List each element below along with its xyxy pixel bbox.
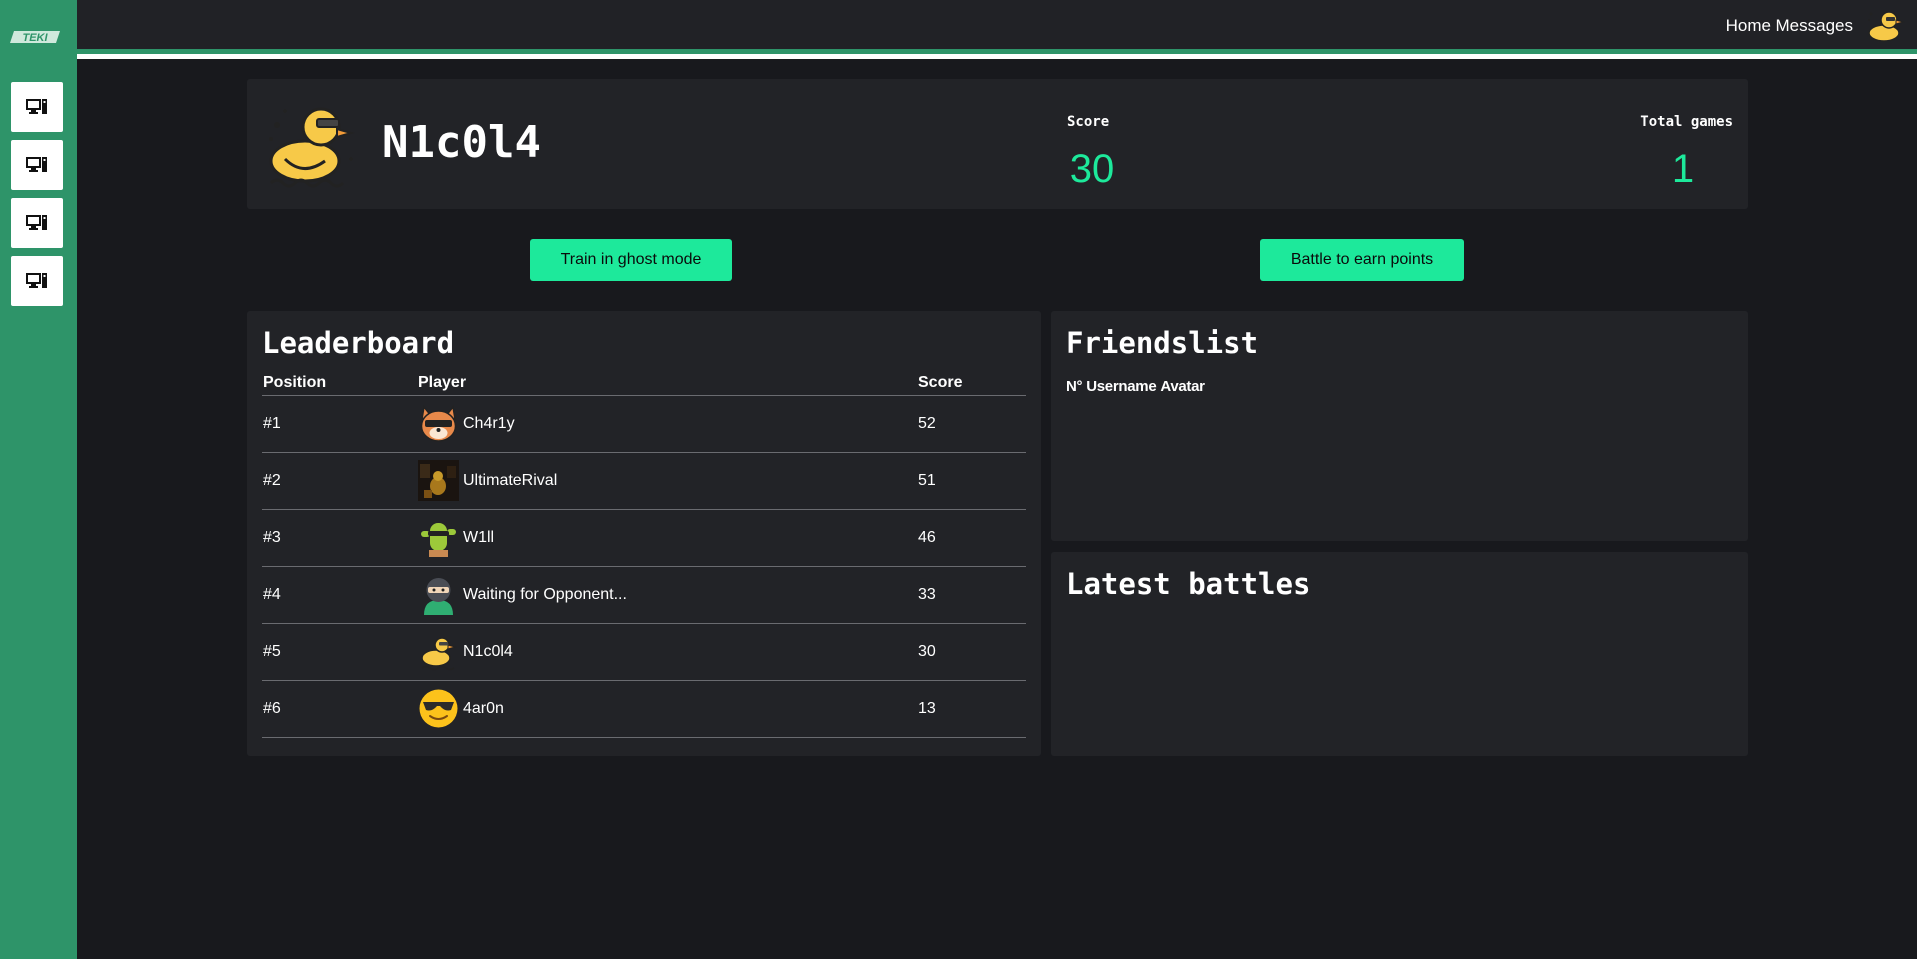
friendslist-card: Friendslist N° Username Avatar <box>1051 311 1748 541</box>
position-cell: #2 <box>262 452 417 510</box>
sidebar-item-game-2[interactable] <box>11 140 63 190</box>
sidebar-item-game-4[interactable] <box>11 256 63 306</box>
computer-icon <box>26 215 47 230</box>
score-cell: 51 <box>917 452 1026 510</box>
duck-sunglasses-icon <box>421 637 457 671</box>
player-name: UltimateRival <box>463 471 558 489</box>
battle-button[interactable]: Battle to earn points <box>1260 239 1464 281</box>
computer-icon <box>26 99 47 114</box>
player-name: W1ll <box>463 528 495 546</box>
leaderboard-header-row: Position Player Score <box>262 373 1026 396</box>
position-cell: #3 <box>262 509 417 567</box>
leaderboard-title: Leaderboard <box>262 326 455 360</box>
score-cell: 30 <box>917 623 1026 681</box>
player-cell: Ch4r1y <box>418 403 917 444</box>
profile-username: N1c0l4 <box>382 117 541 168</box>
latest-battles-card: Latest battles <box>1051 552 1748 756</box>
table-row[interactable]: #2 UltimateRival 51 <box>262 452 1026 510</box>
logo[interactable]: TEKI <box>10 28 62 46</box>
table-row[interactable]: #5 N1c0l4 30 <box>262 623 1026 681</box>
table-row[interactable]: #1 Ch4r1y 52 <box>262 395 1026 453</box>
computer-icon <box>26 157 47 172</box>
train-ghost-mode-button[interactable]: Train in ghost mode <box>530 239 732 281</box>
total-games-value: 1 <box>1671 147 1695 191</box>
total-games-label: Total games <box>1640 114 1733 130</box>
column-header-player: Player <box>417 373 917 396</box>
score-cell: 52 <box>917 395 1026 453</box>
player-name: Waiting for Opponent... <box>463 585 627 603</box>
dark-photo-avatar <box>418 460 459 501</box>
top-navbar: Home Messages <box>77 0 1917 54</box>
player-cell: UltimateRival <box>418 460 917 501</box>
table-row[interactable]: #4 Waiting for Opponent... 33 <box>262 566 1026 624</box>
score-cell: 33 <box>917 566 1026 624</box>
leaderboard-card: Leaderboard Position Player Score #1 Ch4… <box>247 311 1041 756</box>
table-row[interactable]: #6 4ar0n 13 <box>262 680 1026 738</box>
computer-icon <box>26 273 47 288</box>
position-cell: #4 <box>262 566 417 624</box>
score-cell: 13 <box>917 680 1026 738</box>
player-name: N1c0l4 <box>463 642 513 660</box>
column-header-avatar: Avatar <box>1160 378 1205 395</box>
friendslist-header-row: N° Username Avatar <box>1066 378 1205 395</box>
friendslist-title: Friendslist <box>1066 326 1259 360</box>
sidebar: TEKI <box>0 0 77 959</box>
player-name: 4ar0n <box>463 699 504 717</box>
player-cell: 4ar0n <box>418 688 917 729</box>
column-header-number: N° <box>1066 378 1083 395</box>
shiba-sunglasses-icon <box>420 405 457 442</box>
nav-messages-link[interactable]: Messages <box>1776 16 1853 36</box>
score-label: Score <box>1067 114 1110 130</box>
column-header-score: Score <box>917 373 1026 396</box>
player-cell: Waiting for Opponent... <box>418 574 917 615</box>
player-cell: N1c0l4 <box>418 631 917 672</box>
player-name: Ch4r1y <box>463 414 515 432</box>
table-row[interactable]: #3 W1ll 46 <box>262 509 1026 567</box>
column-header-username: Username <box>1086 378 1157 395</box>
position-cell: #1 <box>262 395 417 453</box>
logo-text: TEKI <box>22 32 48 44</box>
sidebar-item-game-3[interactable] <box>11 198 63 248</box>
score-value: 30 <box>1069 147 1115 191</box>
ninja-icon <box>424 578 453 615</box>
sidebar-item-game-1[interactable] <box>11 82 63 132</box>
player-cell: W1ll <box>418 517 917 558</box>
leaderboard-table: Position Player Score #1 Ch4r1y 52 #2 Ul… <box>262 373 1026 738</box>
latest-battles-title: Latest battles <box>1066 567 1311 601</box>
cactus-sunglasses-icon <box>421 523 456 557</box>
column-header-position: Position <box>262 373 417 396</box>
duck-avatar-icon[interactable] <box>1865 6 1905 46</box>
position-cell: #6 <box>262 680 417 738</box>
profile-card: N1c0l4 Score 30 Total games 1 <box>247 79 1748 209</box>
position-cell: #5 <box>262 623 417 681</box>
main-content: N1c0l4 Score 30 Total games 1 Train in g… <box>77 59 1917 959</box>
nav-home-link[interactable]: Home <box>1726 16 1771 36</box>
score-cell: 46 <box>917 509 1026 567</box>
smiley-sunglasses-icon <box>419 689 458 728</box>
duck-sunglasses-icon <box>269 107 355 188</box>
